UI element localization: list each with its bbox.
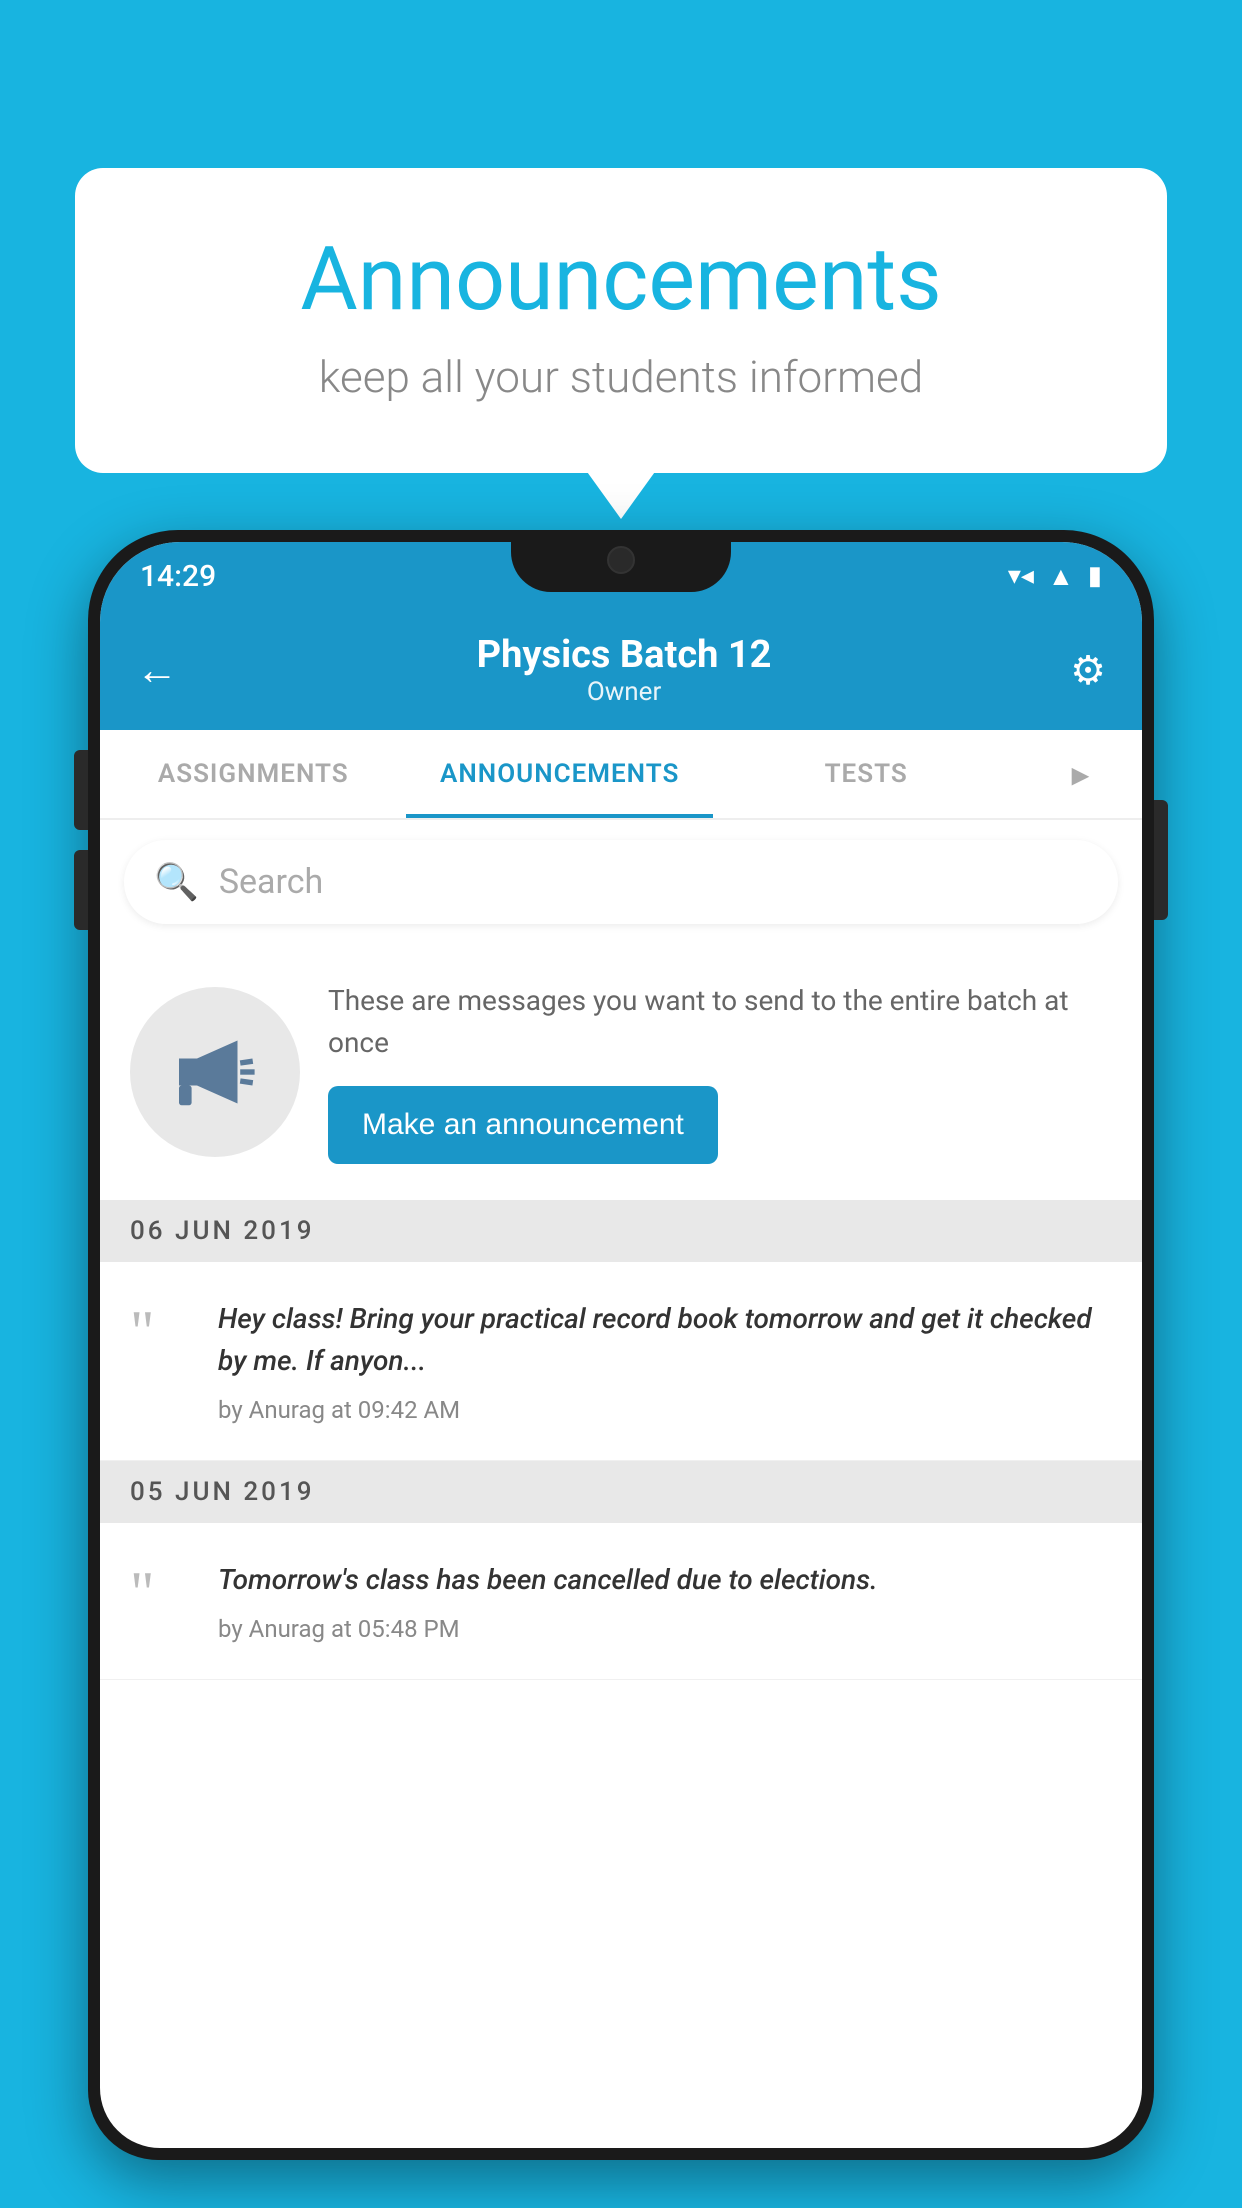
tab-more[interactable]: ▸ (1019, 730, 1142, 818)
announcement-item-2[interactable]: " Tomorrow's class has been cancelled du… (100, 1523, 1142, 1680)
header-title-area: Physics Batch 12 Owner (477, 633, 772, 707)
tab-announcements[interactable]: ANNOUNCEMENTS (406, 730, 712, 818)
megaphone-icon (170, 1027, 260, 1117)
quote-icon-1: " (130, 1302, 190, 1362)
status-icons: ▾◂ ▲ ▮ (1008, 561, 1102, 592)
date-divider-1: 06 JUN 2019 (100, 1200, 1142, 1262)
app-header: ← Physics Batch 12 Owner ⚙ (100, 610, 1142, 730)
header-subtitle: Owner (477, 677, 772, 707)
phone-notch (511, 530, 731, 592)
announcement-promo: These are messages you want to send to t… (100, 944, 1142, 1200)
screen-content: 🔍 Search (100, 820, 1142, 2148)
make-announcement-button[interactable]: Make an announcement (328, 1086, 718, 1164)
announcement-content-1: Hey class! Bring your practical record b… (218, 1298, 1112, 1424)
date-divider-2: 05 JUN 2019 (100, 1461, 1142, 1523)
announcement-text-2: Tomorrow's class has been cancelled due … (218, 1559, 1112, 1601)
bubble-title: Announcements (155, 228, 1087, 331)
search-input[interactable]: Search (219, 862, 323, 902)
announcement-meta-2: by Anurag at 05:48 PM (218, 1615, 1112, 1643)
announcement-item-1[interactable]: " Hey class! Bring your practical record… (100, 1262, 1142, 1461)
volume-down-button[interactable] (74, 850, 88, 930)
signal-icon: ▲ (1048, 561, 1074, 592)
speech-bubble: Announcements keep all your students inf… (75, 168, 1167, 473)
tab-assignments[interactable]: ASSIGNMENTS (100, 730, 406, 818)
phone-wrapper: 14:29 ▾◂ ▲ ▮ ← Physics Batch 12 Owner ⚙ (88, 530, 1154, 2208)
announcement-meta-1: by Anurag at 09:42 AM (218, 1396, 1112, 1424)
header-title: Physics Batch 12 (477, 633, 772, 677)
announcement-content-2: Tomorrow's class has been cancelled due … (218, 1559, 1112, 1643)
phone-outer: 14:29 ▾◂ ▲ ▮ ← Physics Batch 12 Owner ⚙ (88, 530, 1154, 2160)
promo-description: These are messages you want to send to t… (328, 980, 1112, 1064)
promo-icon-circle (130, 987, 300, 1157)
phone-screen: 14:29 ▾◂ ▲ ▮ ← Physics Batch 12 Owner ⚙ (100, 542, 1142, 2148)
search-bar[interactable]: 🔍 Search (124, 840, 1118, 924)
speech-bubble-container: Announcements keep all your students inf… (75, 168, 1167, 473)
volume-up-button[interactable] (74, 750, 88, 830)
tabs-bar: ASSIGNMENTS ANNOUNCEMENTS TESTS ▸ (100, 730, 1142, 820)
quote-icon-2: " (130, 1563, 190, 1623)
promo-right: These are messages you want to send to t… (328, 980, 1112, 1164)
settings-icon[interactable]: ⚙ (1070, 647, 1106, 694)
battery-icon: ▮ (1088, 561, 1102, 591)
back-button[interactable]: ← (136, 646, 178, 695)
front-camera (607, 546, 635, 574)
power-button[interactable] (1154, 800, 1168, 920)
status-time: 14:29 (140, 559, 216, 594)
search-icon: 🔍 (154, 861, 199, 903)
wifi-icon: ▾◂ (1008, 561, 1034, 591)
bubble-subtitle: keep all your students informed (155, 351, 1087, 403)
tab-tests[interactable]: TESTS (713, 730, 1019, 818)
announcement-text-1: Hey class! Bring your practical record b… (218, 1298, 1112, 1382)
